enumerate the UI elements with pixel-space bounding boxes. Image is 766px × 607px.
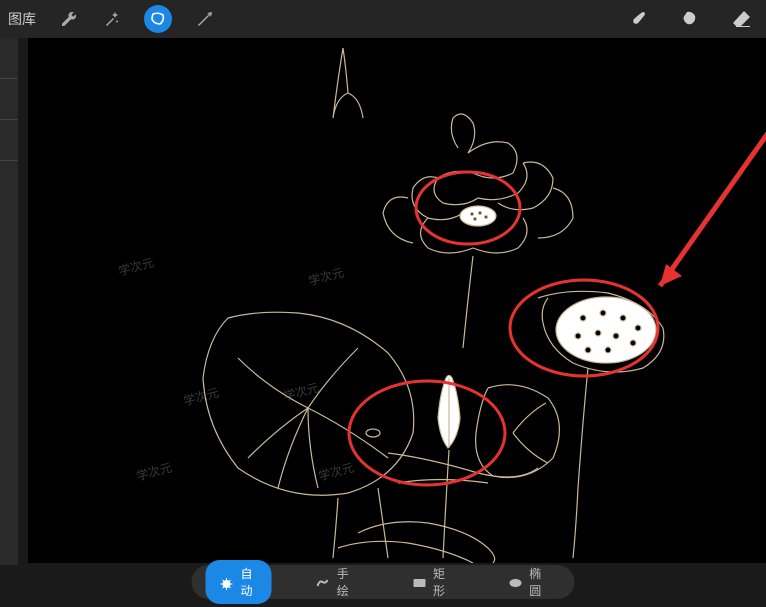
mode-ellipse-button[interactable]: 椭圆 [494, 560, 560, 604]
brush-icon[interactable] [626, 7, 650, 31]
sparkle-icon [220, 577, 234, 587]
mode-freehand-label: 手绘 [337, 565, 354, 599]
eraser-icon[interactable] [730, 7, 754, 31]
gallery-button[interactable]: 图库 [8, 9, 36, 29]
canvas-artwork[interactable]: 学次元 学次元 学次元 学次元 学次元 学次元 [28, 38, 766, 563]
toolbar-right-group [626, 7, 754, 31]
smudge-icon[interactable] [678, 7, 702, 31]
wrench-icon[interactable] [56, 7, 80, 31]
selection-icon[interactable] [144, 5, 172, 33]
mode-rectangle-label: 矩形 [433, 565, 450, 599]
ellipse-icon [508, 577, 522, 587]
top-toolbar: 图库 [0, 0, 766, 38]
selection-mode-toolbar: 自动 手绘 矩形 椭圆 [192, 565, 575, 599]
left-sidebar-ruler [0, 38, 18, 565]
wand-icon[interactable] [100, 7, 124, 31]
freehand-icon [316, 577, 330, 587]
mode-freehand-button[interactable]: 手绘 [302, 560, 368, 604]
lotus-artwork [28, 38, 766, 563]
rectangle-icon [412, 577, 426, 587]
mode-ellipse-label: 椭圆 [529, 565, 546, 599]
mode-auto-label: 自动 [241, 565, 258, 599]
canvas-area[interactable]: 学次元 学次元 学次元 学次元 学次元 学次元 [0, 38, 766, 565]
mode-auto-button[interactable]: 自动 [206, 560, 272, 604]
toolbar-left-group: 图库 [8, 5, 216, 33]
transform-icon[interactable] [192, 7, 216, 31]
mode-rectangle-button[interactable]: 矩形 [398, 560, 464, 604]
